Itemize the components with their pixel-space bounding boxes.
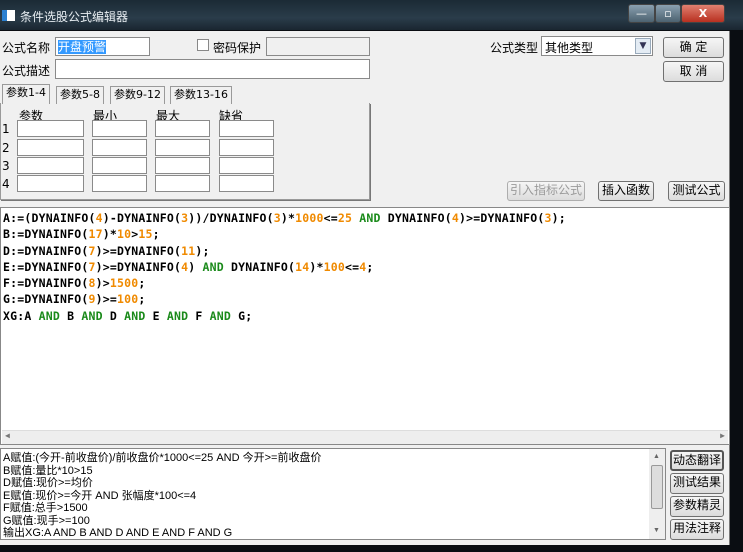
tab-params-5-8[interactable]: 参数5-8 (56, 86, 104, 104)
param-cell-name[interactable] (17, 120, 84, 137)
code-line: XG:A AND B AND D AND E AND F AND G; (3, 308, 253, 323)
param-row-label: 4 (2, 177, 10, 191)
code-line: B:=DYNAINFO(17)*10>15; (3, 227, 160, 242)
title-bar: 条件选股公式编辑器 — ▫ X (0, 0, 743, 30)
formula-type-select[interactable]: 其他类型 ▼ (541, 36, 653, 56)
param-cell-max[interactable] (155, 139, 210, 156)
scroll-up-icon[interactable]: ▲ (653, 451, 660, 464)
param-cell-default[interactable] (219, 175, 274, 192)
password-checkbox[interactable] (197, 39, 209, 51)
formula-name-input[interactable]: 开盘预警 (55, 37, 150, 56)
ok-button[interactable]: 确 定 (663, 37, 724, 58)
formula-code-editor[interactable]: A:=(DYNAINFO(4)-DYNAINFO(3))/DYNAINFO(3)… (0, 207, 730, 445)
param-cell-default[interactable] (219, 157, 274, 174)
scroll-right-icon[interactable]: ▶ (720, 431, 725, 440)
app-icon (2, 10, 15, 21)
formula-type-label: 公式类型 (490, 41, 539, 55)
param-cell-min[interactable] (92, 139, 147, 156)
tab-params-1-4[interactable]: 参数1-4 (2, 84, 50, 104)
translation-output[interactable]: A赋值:(今开-前收盘价)/前收盘价*1000<=25 AND 今开>=前收盘价… (0, 448, 666, 540)
chevron-down-icon[interactable]: ▼ (635, 38, 651, 54)
import-indicator-button[interactable]: 引入指标公式 (507, 181, 585, 201)
scroll-thumb[interactable] (651, 465, 663, 509)
param-cell-name[interactable] (17, 157, 84, 174)
formula-name-label: 公式名称 (2, 41, 51, 55)
params-panel: 参数 最小 最大 缺省 1234 (0, 103, 370, 200)
param-cell-max[interactable] (155, 120, 210, 137)
translation-line: G赋值:现手>=100 (3, 514, 90, 527)
formula-desc-input[interactable] (55, 59, 370, 79)
param-cell-max[interactable] (155, 157, 210, 174)
code-line: G:=DYNAINFO(9)>=100; (3, 292, 146, 307)
password-input[interactable] (266, 37, 370, 56)
test-formula-button[interactable]: 测试公式 (668, 181, 725, 201)
param-cell-max[interactable] (155, 175, 210, 192)
param-row-label: 3 (2, 159, 10, 173)
window-title: 条件选股公式编辑器 (20, 10, 129, 24)
code-line: F:=DYNAINFO(8)>1500; (3, 276, 146, 291)
vertical-scrollbar[interactable]: ▲ ▼ (649, 449, 665, 539)
scroll-down-icon[interactable]: ▼ (653, 525, 660, 538)
usage-notes-button[interactable]: 用法注释 (670, 519, 724, 540)
cancel-button[interactable]: 取 消 (663, 61, 724, 82)
param-row-label: 1 (2, 122, 10, 136)
scroll-left-icon[interactable]: ◀ (5, 431, 10, 440)
param-cell-name[interactable] (17, 175, 84, 192)
translation-line: B赋值:量比*10>15 (3, 464, 93, 477)
translation-line: A赋值:(今开-前收盘价)/前收盘价*1000<=25 AND 今开>=前收盘价 (3, 452, 322, 464)
tab-params-13-16[interactable]: 参数13-16 (170, 86, 232, 104)
param-cell-min[interactable] (92, 120, 147, 137)
editor-dialog: 公式名称 开盘预警 密码保护 公式类型 其他类型 ▼ 确 定 取 消 公式描述 … (0, 31, 730, 545)
close-button[interactable]: X (681, 4, 725, 23)
code-line: D:=DYNAINFO(7)>=DYNAINFO(11); (3, 243, 210, 258)
test-result-button[interactable]: 测试结果 (670, 473, 724, 494)
formula-type-value: 其他类型 (545, 41, 594, 55)
param-cell-name[interactable] (17, 139, 84, 156)
param-cell-min[interactable] (92, 175, 147, 192)
insert-function-button[interactable]: 插入函数 (598, 181, 654, 201)
param-wizard-button[interactable]: 参数精灵 (670, 496, 724, 517)
translation-line: F赋值:总手>1500 (3, 502, 88, 514)
param-cell-min[interactable] (92, 157, 147, 174)
tab-params-9-12[interactable]: 参数9-12 (110, 86, 165, 104)
password-label: 密码保护 (213, 41, 262, 55)
maximize-button[interactable]: ▫ (655, 4, 681, 23)
minimize-button[interactable]: — (628, 4, 655, 23)
param-cell-default[interactable] (219, 120, 274, 137)
param-cell-default[interactable] (219, 139, 274, 156)
translation-line: D赋值:现价>=均价 (3, 477, 93, 489)
code-line: E:=DYNAINFO(7)>=DYNAINFO(4) AND DYNAINFO… (3, 259, 374, 274)
formula-name-value: 开盘预警 (58, 40, 107, 54)
code-line: A:=(DYNAINFO(4)-DYNAINFO(3))/DYNAINFO(3)… (3, 211, 566, 225)
param-row-label: 2 (2, 141, 10, 155)
horizontal-scrollbar[interactable]: ◀ ▶ (2, 430, 728, 444)
formula-desc-label: 公式描述 (2, 64, 51, 78)
translation-line: 输出XG:A AND B AND D AND E AND F AND G (3, 527, 233, 539)
dynamic-translate-button[interactable]: 动态翻译 (670, 450, 724, 471)
translation-line: E赋值:现价>=今开 AND 张幅度*100<=4 (3, 489, 197, 502)
